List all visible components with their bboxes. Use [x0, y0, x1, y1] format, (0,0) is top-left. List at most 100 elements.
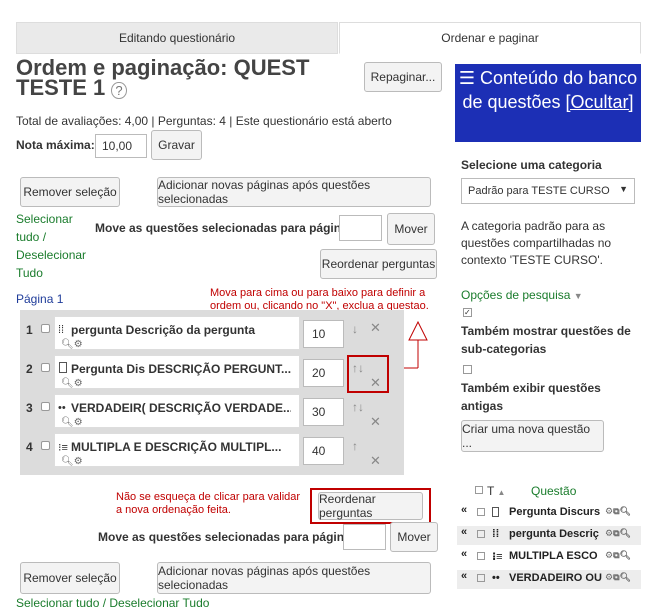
remove-selection-button[interactable]: Remover seleção	[20, 177, 120, 207]
add-to-quiz-icon[interactable]: «	[461, 526, 467, 538]
question-text: pergunta Descrição da pergunta	[71, 323, 256, 337]
annotation-bottom: Não se esqueça de clicar para validar a …	[116, 491, 301, 516]
max-grade-input[interactable]: 10,00	[95, 134, 147, 158]
question-bank-sidebar: ☰ Conteúdo do banco de questões [Ocultar…	[455, 64, 641, 603]
multichoice-icon: ⁝≡	[492, 551, 503, 563]
move-up-icon[interactable]: ↑	[352, 439, 358, 453]
move-page-input-bottom[interactable]	[343, 524, 386, 550]
menu-icon[interactable]: ☰	[459, 68, 475, 88]
add-pages-bottom-button[interactable]: Adicionar novas páginas após questões se…	[157, 562, 431, 594]
select-all-checkbox[interactable]	[475, 486, 483, 494]
question-text: VERDADEIR( DESCRIÇÃO VERDADE...	[71, 401, 291, 415]
deselect-all-link[interactable]: Deselecionar Tudo	[16, 248, 86, 280]
category-description: A categoria padrão para as questões comp…	[461, 219, 612, 267]
question-card: ⁝≡ MULTIPLA E DESCRIÇÃO MULTIPL... 🔍︎⚙	[54, 433, 300, 467]
question-checkbox[interactable]	[41, 441, 50, 450]
delete-icon[interactable]: ✕	[370, 320, 381, 336]
delete-icon[interactable]: ✕	[370, 414, 381, 430]
question-text: MULTIPLA E DESCRIÇÃO MULTIPL...	[71, 440, 282, 454]
quiz-summary: Total de avaliações: 4,00 | Perguntas: 4…	[16, 114, 392, 128]
bank-item-text: pergunta Descriç	[509, 528, 599, 540]
search-options-label: Opções de pesquisa	[461, 288, 571, 302]
item-checkbox[interactable]	[477, 574, 485, 582]
tab-order-paging-label: Ordenar e paginar	[441, 31, 539, 45]
save-grade-button[interactable]: Gravar	[151, 130, 202, 160]
caret-down-icon: ▼	[573, 291, 583, 301]
bank-item-text: VERDADEIRO OU	[509, 572, 602, 584]
preview-edit-icons[interactable]: 🔍︎⚙	[61, 339, 83, 350]
item-actions-icons[interactable]: ⚙⧉🔍︎	[605, 550, 631, 561]
old-questions-checkbox[interactable]	[463, 365, 472, 374]
highlight-box	[347, 355, 389, 393]
question-number: 3	[26, 401, 33, 415]
sidebar-header: ☰ Conteúdo do banco de questões [Ocultar…	[455, 64, 641, 142]
move-page-input[interactable]	[339, 215, 382, 241]
question-checkbox[interactable]	[41, 324, 50, 333]
move-button[interactable]: Mover	[387, 213, 435, 245]
preview-edit-icons[interactable]: 🔍︎⚙	[61, 417, 83, 428]
preview-edit-icons[interactable]: 🔍︎⚙	[61, 378, 83, 389]
item-checkbox[interactable]	[477, 552, 485, 560]
bank-item-text: Pergunta Discurs	[509, 506, 601, 518]
essay-icon	[59, 362, 67, 373]
type-column-label: T	[487, 484, 495, 498]
category-select[interactable]: Padrão para TESTE CURSO ▼	[461, 178, 635, 204]
question-row: 4 ⁝≡ MULTIPLA E DESCRIÇÃO MULTIPL... 🔍︎⚙…	[20, 431, 404, 469]
repaginate-button[interactable]: Repaginar...	[364, 62, 442, 92]
question-order-input[interactable]: 30	[303, 398, 344, 426]
tab-editing-label: Editando questionário	[118, 31, 236, 45]
item-actions-icons[interactable]: ⚙⧉🔍︎	[605, 506, 631, 517]
dropdown-arrow-icon: ▼	[619, 184, 628, 194]
add-pages-button[interactable]: Adicionar novas páginas após questões se…	[157, 177, 431, 207]
move-up-down-icon[interactable]: ↑↓	[352, 400, 364, 414]
move-pages-label-bottom: Move as questões selecionadas para págin…	[98, 530, 355, 544]
subcategories-checkbox[interactable]: ✓	[463, 308, 472, 317]
search-options-link[interactable]: Opções de pesquisa ▼	[461, 288, 583, 302]
question-order-input[interactable]: 10	[303, 320, 344, 348]
add-to-quiz-icon[interactable]: «	[461, 570, 467, 582]
bank-list-item: « ⁞⁞ pergunta Descriç ⚙⧉🔍︎	[457, 526, 641, 545]
bank-list-item: « Pergunta Discurs ⚙⧉🔍︎	[457, 504, 641, 523]
question-column-header[interactable]: Questão	[531, 484, 576, 498]
move-button-bottom[interactable]: Mover	[390, 522, 438, 552]
hide-link[interactable]: [Ocultar]	[566, 92, 634, 112]
item-actions-icons[interactable]: ⚙⧉🔍︎	[605, 572, 631, 583]
reorder-questions-button[interactable]: Reordenar perguntas	[320, 249, 437, 279]
create-question-button[interactable]: Criar uma nova questão ...	[461, 420, 604, 452]
max-grade-label: Nota máxima:	[16, 138, 95, 152]
help-icon[interactable]: ?	[111, 82, 127, 99]
question-order-input[interactable]: 40	[303, 437, 344, 465]
item-checkbox[interactable]	[477, 508, 485, 516]
question-card: •• VERDADEIR( DESCRIÇÃO VERDADE... 🔍︎⚙	[54, 394, 300, 428]
question-checkbox[interactable]	[41, 363, 50, 372]
tab-editing[interactable]: Editando questionário	[16, 22, 338, 54]
delete-icon[interactable]: ✕	[370, 453, 381, 469]
bank-item-text: MULTIPLA ESCO	[509, 550, 598, 562]
select-links: Selecionar tudo / Deselecionar Tudo	[16, 210, 86, 282]
preview-edit-icons[interactable]: 🔍︎⚙	[61, 456, 83, 467]
question-order-input[interactable]: 20	[303, 359, 344, 387]
sort-up-icon: ▲	[497, 488, 506, 497]
page-label: Página 1	[16, 292, 64, 306]
item-actions-icons[interactable]: ⚙⧉🔍︎	[605, 528, 631, 539]
question-number: 4	[26, 440, 33, 454]
move-down-icon[interactable]: ↓	[352, 322, 358, 336]
add-to-quiz-icon[interactable]: «	[461, 504, 467, 516]
dots-icon: ••	[492, 572, 500, 584]
item-checkbox[interactable]	[477, 530, 485, 538]
remove-selection-bottom-button[interactable]: Remover seleção	[20, 562, 120, 594]
question-row: 1 ⁞⁞ pergunta Descrição da pergunta 🔍︎⚙ …	[20, 314, 404, 352]
select-separator: /	[42, 230, 47, 244]
subcategories-label: Também mostrar questões de sub-categoria…	[461, 324, 631, 356]
essay-icon	[492, 507, 499, 517]
type-column-header[interactable]: T ▲	[487, 484, 505, 498]
reorder-questions-bottom-button[interactable]: Reordenar perguntas	[318, 492, 423, 520]
ordering-icon: ⁞⁞	[492, 528, 500, 540]
bank-list-item: « •• VERDADEIRO OU ⚙⧉🔍︎	[457, 570, 641, 589]
category-label: Selecione uma categoria	[461, 158, 602, 172]
add-to-quiz-icon[interactable]: «	[461, 548, 467, 560]
select-links-bottom[interactable]: Selecionar tudo / Deselecionar Tudo	[16, 596, 209, 610]
question-checkbox[interactable]	[41, 402, 50, 411]
tab-order-paging[interactable]: Ordenar e paginar	[339, 22, 641, 54]
category-select-value: Padrão para TESTE CURSO	[468, 185, 610, 197]
